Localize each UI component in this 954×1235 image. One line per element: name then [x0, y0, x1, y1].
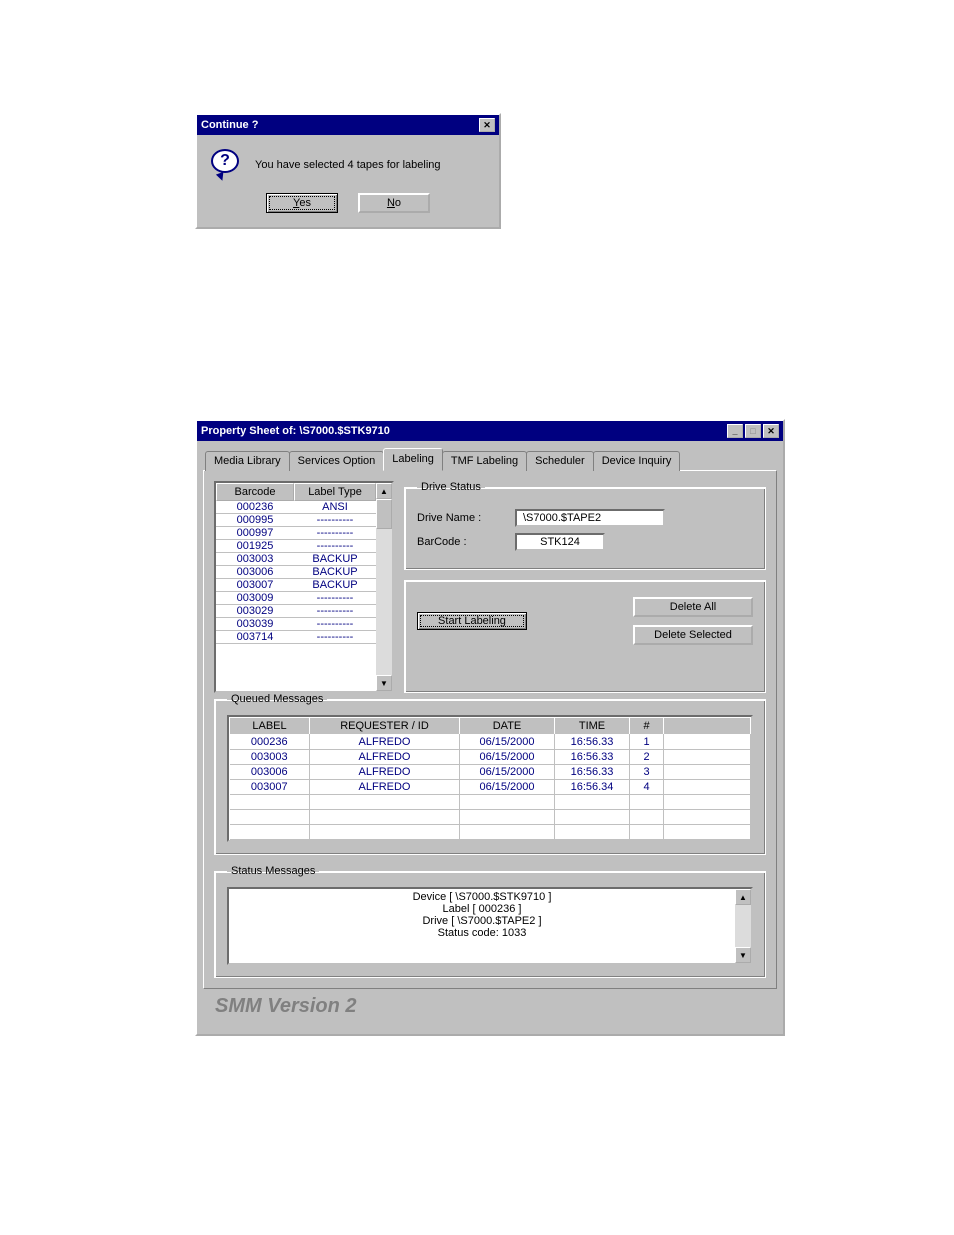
- status-line: Status code: 1033: [233, 927, 731, 939]
- scroll-down-icon[interactable]: ▼: [376, 675, 392, 691]
- list-item[interactable]: 003006BACKUP: [216, 566, 376, 579]
- list-item[interactable]: 000995----------: [216, 514, 376, 527]
- dialog-titlebar[interactable]: Continue ? ✕: [197, 115, 499, 135]
- table-row[interactable]: 003007ALFREDO06/15/200016:56.344: [230, 780, 751, 795]
- question-icon: ?: [211, 149, 243, 181]
- status-scrollbar[interactable]: ▲ ▼: [735, 889, 751, 963]
- table-row[interactable]: 003003ALFREDO06/15/200016:56.332: [230, 750, 751, 765]
- table-row: [230, 810, 751, 825]
- yes-button[interactable]: Yes: [266, 193, 338, 213]
- list-item[interactable]: 003003BACKUP: [216, 553, 376, 566]
- barcode-header[interactable]: Barcode: [216, 483, 294, 501]
- action-group: Start Labeling Delete All Delete Selecte…: [404, 580, 766, 693]
- tab-labeling[interactable]: Labeling: [383, 448, 443, 471]
- barcode-field: STK124: [515, 533, 605, 551]
- drive-status-group: Drive Status Drive Name : \S7000.$TAPE2 …: [404, 481, 766, 570]
- barcode-listbox[interactable]: Barcode Label Type 000236ANSI000995-----…: [214, 481, 394, 693]
- list-item[interactable]: 001925----------: [216, 540, 376, 553]
- column-header[interactable]: TIME: [555, 718, 630, 735]
- scroll-down-icon[interactable]: ▼: [735, 947, 751, 963]
- scroll-thumb[interactable]: [376, 499, 392, 529]
- delete-selected-button[interactable]: Delete Selected: [633, 625, 753, 645]
- column-header[interactable]: [664, 718, 751, 735]
- status-line: Drive [ \S7000.$TAPE2 ]: [233, 915, 731, 927]
- list-item[interactable]: 003009----------: [216, 592, 376, 605]
- dialog-message: You have selected 4 tapes for labeling: [255, 159, 441, 171]
- status-line: Label [ 000236 ]: [233, 903, 731, 915]
- property-sheet-window: Property Sheet of: \S7000.$STK9710 _ □ ✕…: [195, 419, 785, 1036]
- queued-legend: Queued Messages: [227, 693, 327, 705]
- column-header[interactable]: DATE: [460, 718, 555, 735]
- status-line: Device [ \S7000.$STK9710 ]: [233, 891, 731, 903]
- labeltype-header[interactable]: Label Type: [294, 483, 376, 501]
- column-header[interactable]: LABEL: [230, 718, 310, 735]
- status-legend: Status Messages: [227, 865, 319, 877]
- tab-tmf-labeling[interactable]: TMF Labeling: [442, 451, 527, 471]
- list-item[interactable]: 000236ANSI: [216, 501, 376, 514]
- status-messages-box: Device [ \S7000.$STK9710 ]Label [ 000236…: [227, 887, 753, 965]
- drive-status-legend: Drive Status: [417, 481, 485, 493]
- queued-grid[interactable]: LABELREQUESTER / IDDATETIME# 000236ALFRE…: [227, 715, 753, 842]
- list-item[interactable]: 003039----------: [216, 618, 376, 631]
- dialog-title: Continue ?: [201, 119, 258, 131]
- continue-dialog: Continue ? ✕ ? You have selected 4 tapes…: [195, 113, 501, 229]
- list-item[interactable]: 003029----------: [216, 605, 376, 618]
- table-row: [230, 825, 751, 840]
- scroll-up-icon[interactable]: ▲: [376, 483, 392, 499]
- status-messages-group: Status Messages Device [ \S7000.$STK9710…: [214, 865, 766, 978]
- list-item[interactable]: 003007BACKUP: [216, 579, 376, 592]
- property-titlebar[interactable]: Property Sheet of: \S7000.$STK9710 _ □ ✕: [197, 421, 783, 441]
- minimize-icon[interactable]: _: [727, 424, 743, 438]
- tab-strip: Media Library Services Option Labeling T…: [203, 447, 777, 470]
- close-icon[interactable]: ✕: [479, 118, 495, 132]
- start-labeling-button[interactable]: Start Labeling: [417, 612, 527, 630]
- maximize-icon: □: [745, 424, 761, 438]
- table-row: [230, 795, 751, 810]
- property-title: Property Sheet of: \S7000.$STK9710: [201, 425, 390, 437]
- scroll-up-icon[interactable]: ▲: [735, 889, 751, 905]
- tab-services-option[interactable]: Services Option: [289, 451, 385, 471]
- tab-scheduler[interactable]: Scheduler: [526, 451, 594, 471]
- tab-page-labeling: Barcode Label Type 000236ANSI000995-----…: [203, 470, 777, 989]
- tab-device-inquiry[interactable]: Device Inquiry: [593, 451, 681, 471]
- listbox-scrollbar[interactable]: ▲ ▼: [376, 483, 392, 691]
- list-item[interactable]: 000997----------: [216, 527, 376, 540]
- column-header[interactable]: REQUESTER / ID: [310, 718, 460, 735]
- drive-name-label: Drive Name :: [417, 512, 507, 524]
- close-icon[interactable]: ✕: [763, 424, 779, 438]
- drive-name-field: \S7000.$TAPE2: [515, 509, 665, 527]
- version-label: SMM Version 2: [203, 989, 777, 1028]
- tab-media-library[interactable]: Media Library: [205, 451, 290, 471]
- list-item[interactable]: 003714----------: [216, 631, 376, 644]
- barcode-label: BarCode :: [417, 536, 507, 548]
- no-button[interactable]: No: [358, 193, 430, 213]
- delete-all-button[interactable]: Delete All: [633, 597, 753, 617]
- table-row[interactable]: 000236ALFREDO06/15/200016:56.331: [230, 735, 751, 750]
- column-header[interactable]: #: [630, 718, 664, 735]
- queued-messages-group: Queued Messages LABELREQUESTER / IDDATET…: [214, 693, 766, 855]
- table-row[interactable]: 003006ALFREDO06/15/200016:56.333: [230, 765, 751, 780]
